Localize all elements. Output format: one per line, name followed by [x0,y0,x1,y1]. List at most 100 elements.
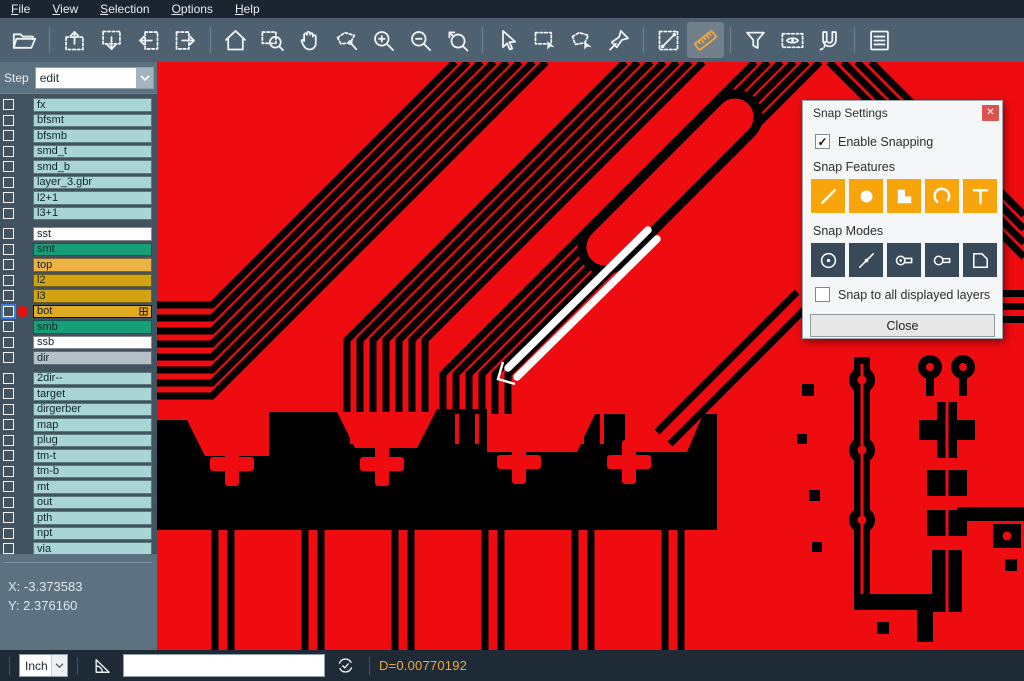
select-poly-button[interactable] [563,22,600,58]
layer-visibility-checkbox[interactable] [3,228,14,239]
zoom-home-button[interactable] [217,22,254,58]
zoom-previous-button[interactable] [439,22,476,58]
layer-row-map[interactable]: map [0,417,157,433]
layer-visibility-checkbox[interactable] [3,497,14,508]
pad-snap-button[interactable] [849,179,883,213]
center-snap-button[interactable] [811,243,845,277]
snap-magnet-button[interactable] [811,22,848,58]
layer-visibility-checkbox[interactable] [3,528,14,539]
layer-row-plug[interactable]: plug [0,433,157,449]
angle-measure-icon[interactable] [92,656,112,676]
layer-visibility-checkbox[interactable] [3,244,14,255]
layer-color-cell[interactable]: l2 [33,274,152,288]
arc-snap-button[interactable] [925,179,959,213]
shift-up-button[interactable] [56,22,93,58]
layer-row-layer_3.gbr[interactable]: layer_3.gbr [0,175,157,191]
layer-visibility-checkbox[interactable] [3,435,14,446]
layer-row-l3+1[interactable]: l3+1 [0,206,157,222]
layer-color-cell[interactable]: l3 [33,289,152,303]
layer-color-cell[interactable]: bfsmt [33,114,152,128]
layer-row-top[interactable]: top [0,257,157,273]
enable-snapping-checkbox[interactable] [815,134,830,149]
layer-color-cell[interactable]: l3+1 [33,207,152,221]
layer-color-cell[interactable]: dir [33,351,152,365]
layer-visibility-checkbox[interactable] [3,177,14,188]
layer-row-mt[interactable]: mt [0,479,157,495]
layer-color-cell[interactable]: layer_3.gbr [33,176,152,190]
layer-row-npt[interactable]: npt [0,526,157,542]
shift-right-button[interactable] [167,22,204,58]
slot-center-snap-button[interactable] [887,243,921,277]
layer-color-cell[interactable]: out [33,496,152,510]
layer-row-l2+1[interactable]: l2+1 [0,190,157,206]
layer-row-bot[interactable]: bot [0,304,157,320]
layer-row-dir[interactable]: dir [0,350,157,366]
layer-color-cell[interactable]: tm-b [33,465,152,479]
layer-color-cell[interactable]: 2dir-- [33,372,152,386]
layer-visibility-checkbox[interactable] [3,388,14,399]
layer-row-pth[interactable]: pth [0,510,157,526]
layer-visibility-checkbox[interactable] [3,321,14,332]
layer-row-bfsmb[interactable]: bfsmb [0,128,157,144]
menu-item-view[interactable]: View [41,0,89,18]
layer-color-cell[interactable]: smd_b [33,160,152,174]
step-dropdown[interactable]: edit [35,67,154,89]
layer-visibility-checkbox[interactable] [3,115,14,126]
view-region-button[interactable] [774,22,811,58]
layer-visibility-checkbox[interactable] [3,192,14,203]
zoom-window-button[interactable] [254,22,291,58]
layer-row-dirgerber[interactable]: dirgerber [0,402,157,418]
zoom-in-button[interactable] [365,22,402,58]
layer-row-l3[interactable]: l3 [0,288,157,304]
menu-item-help[interactable]: Help [224,0,271,18]
layer-color-cell[interactable]: smd_t [33,145,152,159]
layer-row-smb[interactable]: smb [0,319,157,335]
paint-brush-button[interactable] [600,22,637,58]
on-feature-snap-button[interactable] [849,243,883,277]
layer-color-cell[interactable]: bfsmb [33,129,152,143]
layer-color-cell[interactable]: plug [33,434,152,448]
surface-snap-button[interactable] [887,179,921,213]
layer-color-cell[interactable]: map [33,418,152,432]
menu-item-file[interactable]: File [0,0,41,18]
select-cursor-button[interactable] [489,22,526,58]
layer-visibility-checkbox[interactable] [3,481,14,492]
slot-snap-button[interactable] [925,243,959,277]
layer-visibility-checkbox[interactable] [3,543,14,554]
layer-color-cell[interactable]: dirgerber [33,403,152,417]
menu-item-options[interactable]: Options [161,0,224,18]
menu-item-selection[interactable]: Selection [89,0,160,18]
layer-color-cell[interactable]: npt [33,527,152,541]
layer-color-cell[interactable]: sst [33,227,152,241]
layer-row-out[interactable]: out [0,495,157,511]
layer-color-cell[interactable]: tm-t [33,449,152,463]
layer-row-2dir--[interactable]: 2dir-- [0,371,157,387]
select-rect-button[interactable] [526,22,563,58]
open-file-button[interactable] [6,22,43,58]
layer-color-cell[interactable]: bot [33,305,152,319]
layer-color-cell[interactable]: top [33,258,152,272]
layer-color-cell[interactable]: mt [33,480,152,494]
layer-color-cell[interactable]: smb [33,320,152,334]
unit-dropdown[interactable]: Inch [19,654,68,677]
layer-row-smd_t[interactable]: smd_t [0,144,157,160]
line-snap-button[interactable] [811,179,845,213]
layer-visibility-checkbox[interactable] [3,512,14,523]
grid-icon[interactable] [139,307,148,316]
layer-visibility-checkbox[interactable] [3,275,14,286]
layer-visibility-checkbox[interactable] [3,404,14,415]
layer-visibility-checkbox[interactable] [3,208,14,219]
layer-visibility-checkbox[interactable] [3,466,14,477]
layer-color-cell[interactable]: pth [33,511,152,525]
dialog-titlebar[interactable]: Snap Settings [803,101,1002,124]
measure-ruler-button[interactable] [687,22,724,58]
pan-hand-button[interactable] [291,22,328,58]
layer-visibility-checkbox[interactable] [3,99,14,110]
corner-snap-button[interactable] [963,243,997,277]
shift-left-button[interactable] [130,22,167,58]
layer-visibility-checkbox[interactable] [3,450,14,461]
layer-visibility-checkbox[interactable] [3,306,14,317]
layer-row-smt[interactable]: smt [0,242,157,258]
layer-row-fx[interactable]: fx [0,97,157,113]
zoom-out-button[interactable] [402,22,439,58]
